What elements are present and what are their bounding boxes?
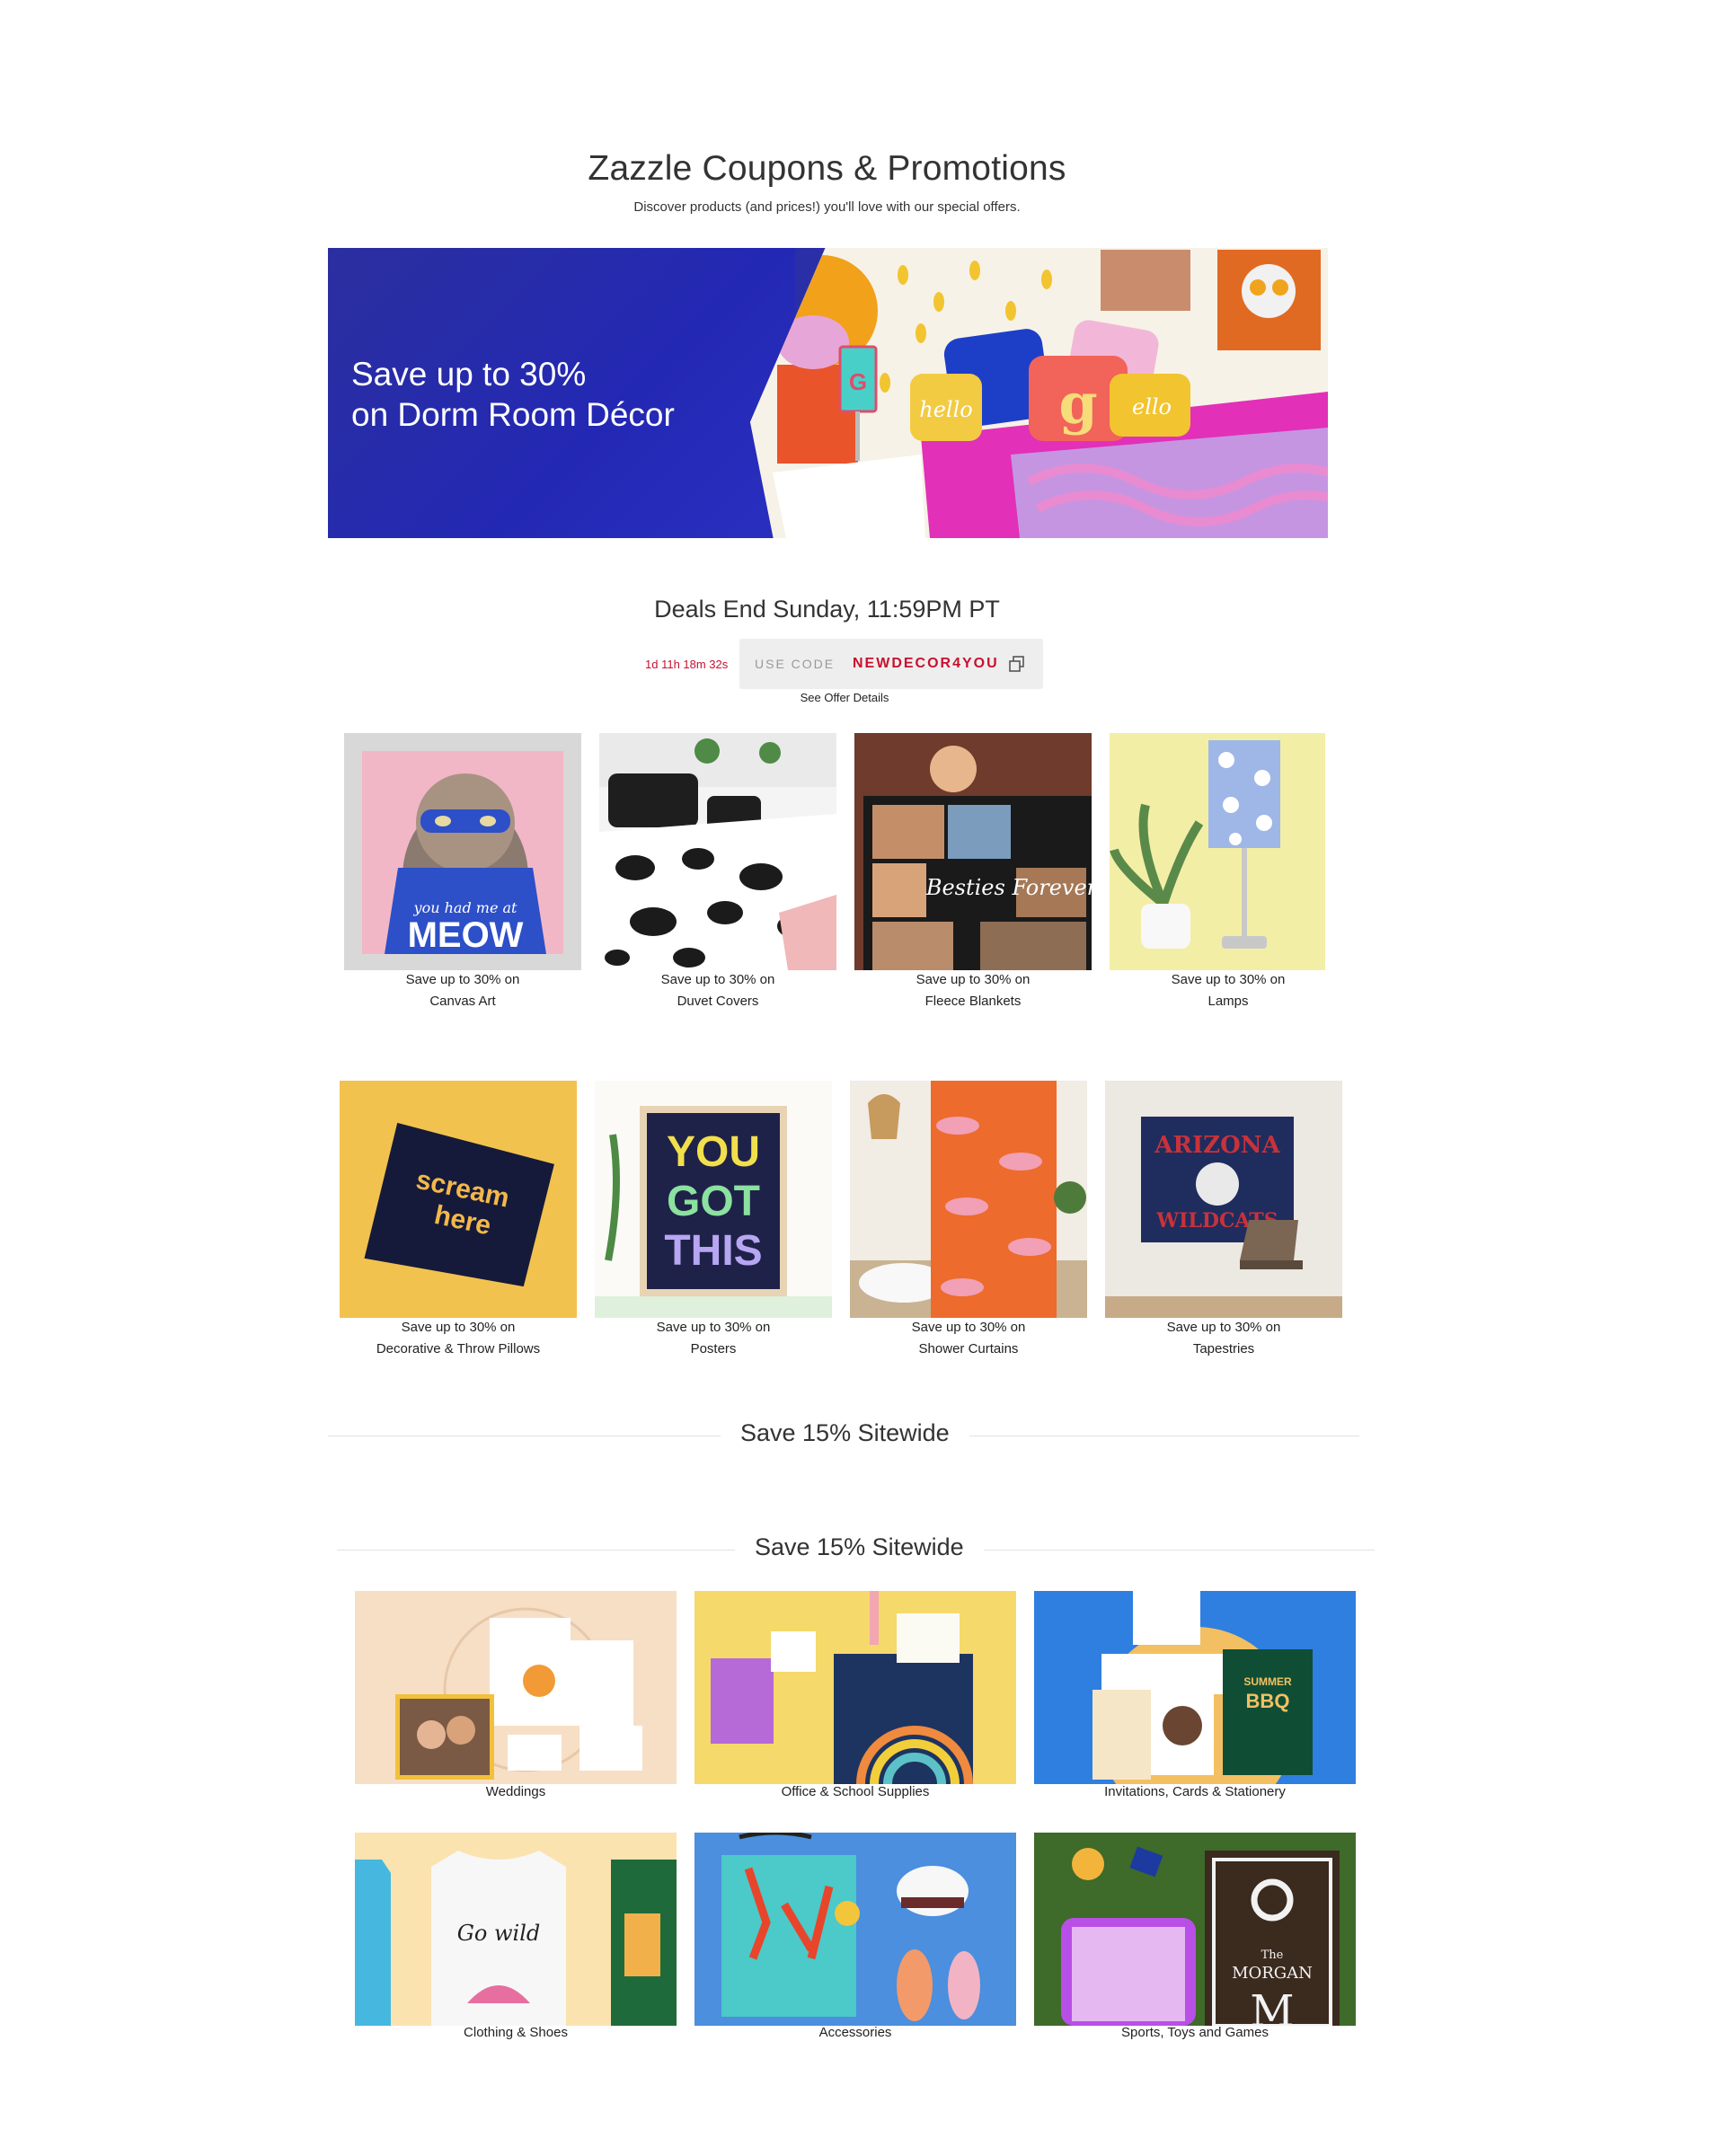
sports-image: The MORGAN M	[1034, 1833, 1356, 2026]
product-caption-line2: Tapestries	[1192, 1341, 1255, 1356]
svg-text:g: g	[1058, 371, 1097, 437]
sitewide-heading-1: Save 15% Sitewide	[721, 1419, 969, 1447]
product-image-shower-curtains[interactable]	[850, 1081, 1087, 1318]
category-image-clothing[interactable]: Go wild	[355, 1833, 677, 2026]
fleece-image: Besties Forever	[854, 733, 1092, 970]
product-caption[interactable]: Save up to 30% on Tapestries	[1093, 1317, 1354, 1360]
dorm-room-scene: G hello g ello	[750, 248, 1328, 538]
product-image-canvas-art[interactable]: you had me at MEOW	[344, 733, 581, 970]
product-caption[interactable]: Save up to 30% on Lamps	[1098, 969, 1358, 1012]
use-code-label: USE CODE	[755, 657, 836, 671]
canvas-art-text: MEOW	[408, 915, 524, 955]
category-caption[interactable]: Weddings	[355, 1784, 677, 1799]
svg-text:ARIZONA: ARIZONA	[1154, 1132, 1280, 1159]
page-title: Zazzle Coupons & Promotions	[588, 149, 1066, 188]
product-caption[interactable]: Save up to 30% on Fleece Blankets	[843, 969, 1103, 1012]
product-caption-line1: Save up to 30% on	[660, 972, 775, 987]
svg-text:M: M	[1250, 1986, 1294, 2026]
product-caption[interactable]: Save up to 30% on Duvet Covers	[588, 969, 848, 1012]
svg-text:GOT: GOT	[667, 1178, 760, 1225]
product-caption-line1: Save up to 30% on	[1166, 1320, 1281, 1335]
product-image-fleece-blankets[interactable]: Besties Forever	[854, 733, 1092, 970]
svg-text:BBQ: BBQ	[1246, 1690, 1290, 1712]
product-caption-line2: Posters	[690, 1341, 737, 1356]
hero-headline: Save up to 30% on Dorm Room Décor	[351, 354, 675, 435]
svg-text:you had me at: you had me at	[413, 899, 518, 916]
category-caption[interactable]: Clothing & Shoes	[355, 2025, 677, 2040]
product-caption-line2: Lamps	[1208, 994, 1249, 1009]
product-caption[interactable]: Save up to 30% on Decorative & Throw Pil…	[328, 1317, 588, 1360]
category-image-office-school[interactable]	[694, 1591, 1016, 1784]
svg-text:Go wild: Go wild	[457, 1921, 541, 1946]
tapestry-image: ARIZONA WILDCATS	[1105, 1081, 1342, 1318]
product-caption-line1: Save up to 30% on	[656, 1320, 771, 1335]
deals-end-title: Deals End Sunday, 11:59PM PT	[654, 596, 1000, 623]
product-caption-line2: Decorative & Throw Pillows	[376, 1341, 541, 1356]
promo-code: NEWDECOR4YOU	[853, 656, 999, 671]
clothing-image: Go wild	[355, 1833, 677, 2026]
sitewide-heading-2: Save 15% Sitewide	[735, 1533, 984, 1561]
shower-curtain-image	[850, 1081, 1087, 1318]
product-image-throw-pillows[interactable]: scream here	[340, 1081, 577, 1318]
category-image-invitations[interactable]: SUMMER BBQ	[1034, 1591, 1356, 1784]
product-image-tapestries[interactable]: ARIZONA WILDCATS	[1105, 1081, 1342, 1318]
svg-text:ello: ello	[1132, 394, 1172, 420]
product-caption-line1: Save up to 30% on	[1171, 972, 1286, 987]
product-caption-line2: Duvet Covers	[677, 994, 759, 1009]
fleece-text: Besties Forever	[925, 875, 1092, 900]
svg-text:hello: hello	[919, 397, 972, 422]
duvet-image	[599, 733, 836, 970]
product-caption[interactable]: Save up to 30% on Posters	[583, 1317, 844, 1360]
accessories-image	[694, 1833, 1016, 2026]
product-caption-line1: Save up to 30% on	[401, 1320, 516, 1335]
see-offer-details-link[interactable]: See Offer Details	[0, 691, 1689, 704]
product-caption-line1: Save up to 30% on	[911, 1320, 1026, 1335]
pillow-image: scream here	[340, 1081, 577, 1318]
category-caption[interactable]: Sports, Toys and Games	[1034, 2025, 1356, 2040]
product-caption-line1: Save up to 30% on	[916, 972, 1031, 987]
poster-image: YOU GOT THIS	[595, 1081, 832, 1318]
svg-text:MORGAN: MORGAN	[1232, 1964, 1313, 1983]
product-caption-line2: Shower Curtains	[918, 1341, 1019, 1356]
canvas-art-image: you had me at MEOW	[344, 733, 581, 970]
svg-text:The: The	[1261, 1948, 1284, 1962]
category-image-sports-toys[interactable]: The MORGAN M	[1034, 1833, 1356, 2026]
copy-icon[interactable]	[1009, 656, 1025, 672]
hero-banner[interactable]: G hello g ello Save up to 30% on Dorm Ro…	[328, 248, 1328, 538]
svg-text:YOU: YOU	[667, 1128, 760, 1176]
promo-code-box[interactable]: USE CODE NEWDECOR4YOU	[739, 639, 1043, 689]
product-caption[interactable]: Save up to 30% on Shower Curtains	[838, 1317, 1099, 1360]
invitations-image: SUMMER BBQ	[1034, 1591, 1356, 1784]
hero-line-2: on Dorm Room Décor	[351, 396, 675, 433]
product-caption-line2: Fleece Blankets	[924, 994, 1022, 1009]
category-image-weddings[interactable]	[355, 1591, 677, 1784]
product-image-posters[interactable]: YOU GOT THIS	[595, 1081, 832, 1318]
category-caption[interactable]: Office & School Supplies	[694, 1784, 1016, 1799]
lamp-image	[1110, 733, 1347, 970]
product-caption-line2: Canvas Art	[429, 994, 496, 1009]
weddings-image	[355, 1591, 677, 1784]
product-caption-line1: Save up to 30% on	[405, 972, 520, 987]
countdown-timer: 1d 11h 18m 32s	[645, 658, 729, 671]
svg-text:THIS: THIS	[664, 1227, 762, 1275]
page-subtitle: Discover products (and prices!) you'll l…	[633, 199, 1021, 215]
svg-text:SUMMER: SUMMER	[1243, 1675, 1292, 1688]
category-image-accessories[interactable]	[694, 1833, 1016, 2026]
hero-line-1: Save up to 30%	[351, 356, 587, 393]
svg-text:G: G	[849, 368, 867, 395]
category-caption[interactable]: Invitations, Cards & Stationery	[1034, 1784, 1356, 1799]
product-caption[interactable]: Save up to 30% on Canvas Art	[332, 969, 593, 1012]
product-image-duvet-covers[interactable]	[599, 733, 836, 970]
category-caption[interactable]: Accessories	[694, 2025, 1016, 2040]
product-image-lamps[interactable]	[1110, 733, 1347, 970]
office-image	[694, 1591, 1016, 1784]
